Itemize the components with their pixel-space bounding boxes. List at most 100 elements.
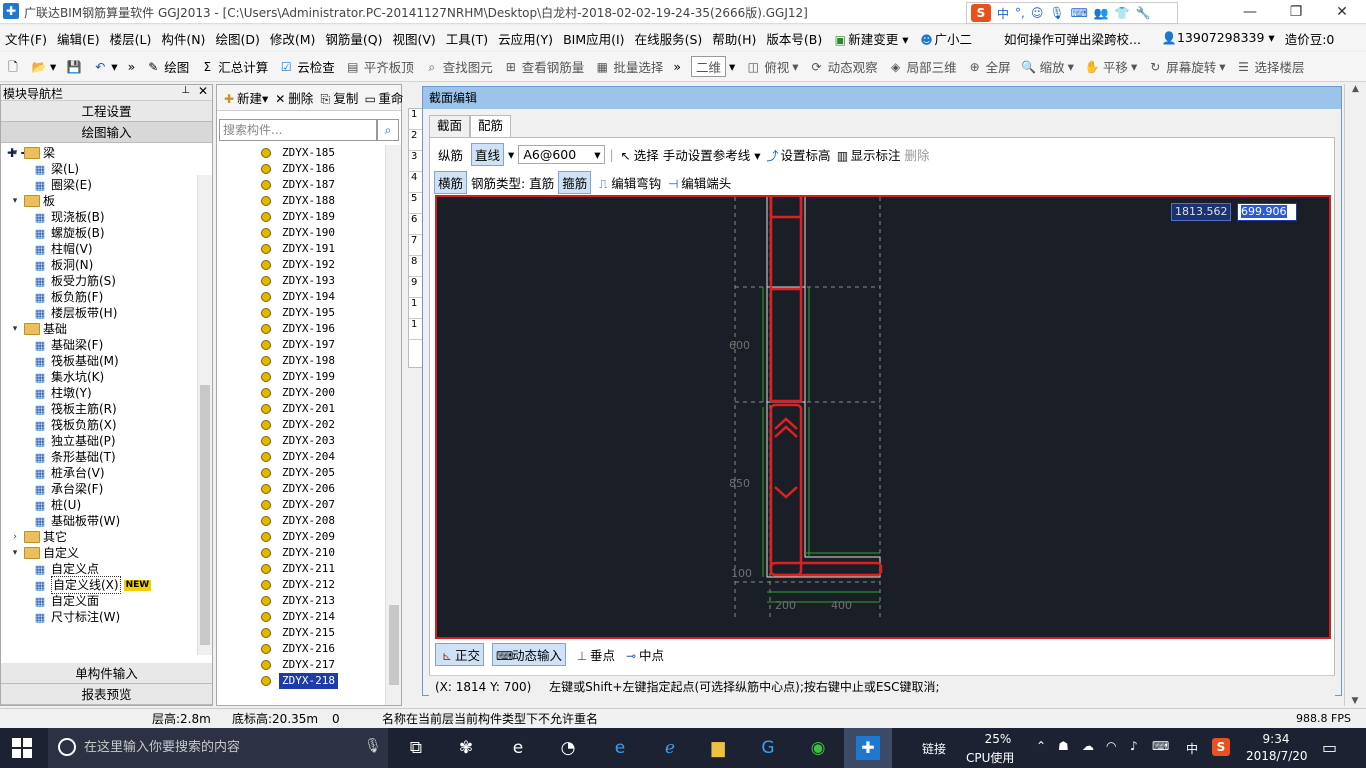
nav-btn-report-preview[interactable]: 报表预览	[1, 684, 212, 705]
menu-bim[interactable]: BIM应用(I)	[558, 29, 630, 48]
local-3d-button[interactable]: ◈ 局部三维	[883, 57, 962, 76]
maximize-button[interactable]: ❐	[1273, 0, 1319, 24]
account[interactable]: 👤13907298339 ▾	[1156, 30, 1280, 46]
menu-rebar-qty[interactable]: 钢筋量(Q)	[320, 29, 387, 48]
component-list-item[interactable]: ZDYX-194	[217, 289, 385, 305]
user-icon[interactable]: 👥	[1094, 6, 1109, 20]
emoji-icon[interactable]: ☺	[1031, 6, 1044, 20]
more-chevron-icon-2[interactable]: »	[668, 59, 686, 74]
menu-floor[interactable]: 楼层(L)	[105, 29, 157, 48]
component-scroll-thumb[interactable]	[389, 605, 399, 685]
menu-new-change[interactable]: ▣ 新建变更 ▾	[827, 29, 913, 48]
menu-edit[interactable]: 编辑(E)	[52, 29, 105, 48]
close-button[interactable]: ✕	[1319, 0, 1365, 24]
tree-item[interactable]: ▦ 尺寸标注(W)	[1, 609, 197, 625]
calc-button[interactable]: Σ 汇总计算	[194, 57, 273, 76]
line-mode-button[interactable]: 直线	[471, 142, 505, 166]
tree-item[interactable]: ▦ 现浇板(B)	[1, 209, 197, 225]
component-list-item[interactable]: ZDYX-195	[217, 305, 385, 321]
component-list-item[interactable]: ZDYX-200	[217, 385, 385, 401]
component-list-item[interactable]: ZDYX-209	[217, 529, 385, 545]
expand-chevron-icon[interactable]: ›	[9, 529, 21, 545]
file-explorer-icon[interactable]: ▆	[706, 736, 730, 760]
manual-ref-button[interactable]: 手动设置参考线 ▾	[663, 145, 761, 164]
tree-item[interactable]: ▦ 柱帽(V)	[1, 241, 197, 257]
ime-lang[interactable]: 中	[1186, 740, 1198, 757]
rebar-spec-select[interactable]: A6@600 ▾	[518, 144, 606, 164]
nav-btn-single-input[interactable]: 单构件输入	[1, 663, 212, 684]
component-list-item[interactable]: ZDYX-196	[217, 321, 385, 337]
link-label[interactable]: 链接	[922, 740, 946, 757]
rotate-button[interactable]: ↻ 屏幕旋转 ▾	[1142, 57, 1230, 76]
open-button[interactable]: 📂 ▾	[26, 59, 61, 75]
menu-assistant[interactable]: ☻ 广小二	[914, 29, 978, 48]
tree-folder[interactable]: ▾ 自定义	[1, 545, 197, 561]
tree-item[interactable]: ▦ 承台梁(F)	[1, 481, 197, 497]
menu-file[interactable]: 文件(F)	[0, 29, 52, 48]
ie-icon[interactable]: ℯ	[658, 736, 682, 760]
tray-chevron-icon[interactable]: ⌃	[1036, 739, 1046, 753]
tree-item[interactable]: ▦ 楼层板带(H)	[1, 305, 197, 321]
main-vertical-scrollbar[interactable]: ▲ ▼	[1344, 84, 1366, 706]
more-chevron-icon[interactable]: »	[123, 59, 141, 74]
nav-btn-drawing-input[interactable]: 绘图输入	[1, 122, 212, 143]
midpoint-button[interactable]: ⊸ 中点	[623, 645, 664, 664]
delete-component-button[interactable]: ✕ 删除	[272, 88, 313, 107]
show-dimension-button[interactable]: ▥ 显示标注	[834, 145, 901, 164]
pin-icon[interactable]: ⊥	[181, 85, 190, 96]
tree-item[interactable]: ▦ 独立基础(P)	[1, 433, 197, 449]
component-list-item[interactable]: ZDYX-202	[217, 417, 385, 433]
tree-item[interactable]: ▦ 桩(U)	[1, 497, 197, 513]
component-list-item[interactable]: ZDYX-213	[217, 593, 385, 609]
tree-item[interactable]: ▦ 自定义面	[1, 593, 197, 609]
draw-button[interactable]: ✎ 绘图	[140, 57, 194, 76]
component-list-item[interactable]: ZDYX-188	[217, 193, 385, 209]
stirrup-button[interactable]: 箍筋	[558, 170, 592, 194]
component-list-item[interactable]: ZDYX-210	[217, 545, 385, 561]
pan-button[interactable]: ✋ 平移 ▾	[1079, 57, 1142, 76]
component-list-item[interactable]: ZDYX-211	[217, 561, 385, 577]
component-list-item[interactable]: ZDYX-218	[217, 673, 385, 689]
set-elevation-button[interactable]: ⤴ 设置标高	[764, 145, 830, 164]
windows-start-icon[interactable]	[12, 738, 32, 758]
action-center-icon[interactable]: ▭	[1322, 738, 1337, 757]
notification-app-icon[interactable]: ◔	[556, 736, 580, 760]
keyboard-icon[interactable]: ⌨	[1071, 6, 1088, 20]
taskbar-search-input[interactable]: 在这里输入你要搜索的内容	[48, 728, 388, 768]
select-floor-button[interactable]: ☰ 选择楼层	[1231, 57, 1310, 76]
question-link[interactable]: 如何操作可弹出梁跨校...	[999, 29, 1146, 48]
ime-toolbar[interactable]: S 中 °, ☺ 🎙 ⌨ 👥 👕 🔧	[966, 2, 1178, 24]
mic-icon[interactable]: 🎙	[1049, 6, 1064, 20]
component-list-item[interactable]: ZDYX-217	[217, 657, 385, 673]
scroll-down-icon[interactable]: ▼	[1345, 696, 1365, 706]
section-drawing[interactable]: 600 850 100 200 400	[437, 197, 1329, 637]
component-list-item[interactable]: ZDYX-191	[217, 241, 385, 257]
view-mode-select[interactable]: 二维 ▾	[686, 56, 740, 77]
tree-item[interactable]: ▦ 筏板主筋(R)	[1, 401, 197, 417]
wifi-icon[interactable]: ◠	[1106, 739, 1116, 753]
shirt-icon[interactable]: 👕	[1115, 6, 1130, 20]
tree-item[interactable]: ▦ 螺旋板(B)	[1, 225, 197, 241]
ime-mode[interactable]: 中	[997, 5, 1009, 22]
cloud-check-button[interactable]: ☑ 云检查	[273, 57, 340, 76]
zoom-button[interactable]: 🔍 缩放 ▾	[1016, 57, 1079, 76]
batch-select-button[interactable]: ▦ 批量选择	[589, 57, 668, 76]
view-rebar-button[interactable]: ⊞ 查看钢筋量	[498, 57, 590, 76]
clock-time[interactable]: 9:34	[1256, 732, 1296, 746]
component-list-item[interactable]: ZDYX-190	[217, 225, 385, 241]
sogou-tray-icon[interactable]: S	[1212, 738, 1230, 756]
component-list-item[interactable]: ZDYX-203	[217, 433, 385, 449]
search-icon[interactable]: ⌕	[377, 119, 399, 141]
tree-folder[interactable]: ▾ 梁	[1, 145, 197, 161]
component-list-item[interactable]: ZDYX-206	[217, 481, 385, 497]
component-search-input[interactable]: 搜索构件...	[219, 119, 377, 141]
green-app-icon[interactable]: ◉	[806, 736, 830, 760]
collapse-chevron-icon[interactable]: ▾	[9, 145, 21, 161]
tray-cloud-icon[interactable]: ☁	[1082, 739, 1094, 753]
component-list-item[interactable]: ZDYX-193	[217, 273, 385, 289]
edge-icon[interactable]: e	[608, 736, 632, 760]
component-list-item[interactable]: ZDYX-208	[217, 513, 385, 529]
tree-folder[interactable]: › 其它	[1, 529, 197, 545]
edit-hook-button[interactable]: ⎍ 编辑弯钩	[595, 173, 661, 192]
tree-item[interactable]: ▦ 梁(L)	[1, 161, 197, 177]
